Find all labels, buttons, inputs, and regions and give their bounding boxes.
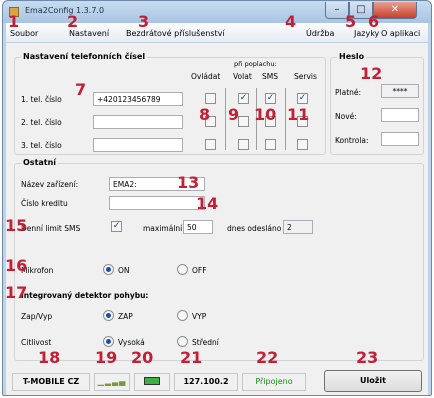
credit-panel: 127.100.2	[174, 373, 238, 391]
col-ovladat: Ovládat	[191, 72, 221, 81]
motion-on-label: ZAP	[118, 312, 133, 321]
callout-8: 8	[199, 105, 211, 124]
sensitivity-label: Citlivost	[21, 338, 52, 347]
phone3-service-checkbox[interactable]	[297, 139, 308, 150]
motion-switch-label: Zap/Vyp	[21, 312, 53, 321]
callout-10: 10	[254, 105, 277, 124]
callout-4: 4	[285, 12, 297, 31]
sms-max-input[interactable]: 50	[183, 220, 213, 234]
menu-udrzba[interactable]: Údržba	[306, 29, 334, 38]
battery-icon	[144, 376, 160, 385]
phone1-control-checkbox[interactable]	[205, 93, 216, 104]
status-bar: T-MOBILE CZ ▁▂▃▄ 127.100.2 Připojeno Ulo…	[6, 365, 428, 395]
phone3-call-checkbox[interactable]	[238, 139, 249, 150]
motion-on-radio[interactable]	[103, 310, 114, 321]
motion-detector-title: Integrovaný detektor pohybu:	[21, 291, 149, 300]
password-new-input[interactable]	[381, 108, 419, 122]
phone1-input[interactable]: +420123456789	[93, 92, 183, 106]
callout-9: 9	[228, 105, 240, 124]
callout-11: 11	[287, 105, 310, 124]
password-confirm-label: Kontrola:	[335, 136, 369, 145]
phone2-call-checkbox[interactable]	[238, 116, 249, 127]
sms-sent-today-field: 2	[283, 220, 313, 234]
callout-3: 3	[138, 12, 150, 31]
callout-22: 22	[256, 348, 279, 367]
phone1-call-checkbox[interactable]: ✓	[238, 93, 249, 104]
callout-15: 15	[5, 216, 28, 235]
col-sms: SMS	[262, 72, 278, 81]
sms-limit-label: Denní limit SMS	[21, 224, 81, 233]
callout-14: 14	[196, 194, 219, 213]
other-settings-title: Ostatní	[21, 158, 59, 167]
password-current-label: Platné:	[335, 88, 362, 97]
sms-limit-checkbox[interactable]: ✓	[111, 221, 122, 232]
connection-status: Připojeno	[242, 373, 306, 391]
callout-18: 18	[38, 348, 61, 367]
phone3-label: 3. tel. číslo	[21, 141, 62, 150]
signal-panel: ▁▂▃▄	[94, 373, 130, 391]
column-divider	[225, 88, 226, 150]
phone1-service-checkbox[interactable]: ✓	[297, 93, 308, 104]
microphone-on-radio[interactable]	[103, 264, 114, 275]
sensitivity-high-label: Vysoká	[118, 338, 145, 347]
sensitivity-high-radio[interactable]	[103, 336, 114, 347]
callout-23: 23	[356, 348, 379, 367]
save-button[interactable]: Uložit	[324, 370, 422, 392]
motion-off-radio[interactable]	[177, 310, 188, 321]
phone-numbers-title: Nastavení telefonních čísel	[21, 52, 148, 61]
sensitivity-mid-radio[interactable]	[177, 336, 188, 347]
phone1-label: 1. tel. číslo	[21, 95, 62, 104]
password-new-label: Nové:	[335, 112, 357, 121]
callout-7: 7	[75, 80, 87, 99]
menu-o-aplikaci[interactable]: O aplikaci	[381, 29, 420, 38]
close-button[interactable]: ✕	[373, 2, 417, 19]
battery-panel	[134, 373, 170, 391]
column-divider	[285, 88, 286, 150]
password-confirm-input[interactable]	[381, 132, 419, 146]
callout-19: 19	[95, 348, 118, 367]
phone3-sms-checkbox[interactable]	[265, 139, 276, 150]
phone2-label: 2. tel. číslo	[21, 118, 62, 127]
phone3-input[interactable]	[93, 138, 183, 152]
callout-16: 16	[5, 256, 28, 275]
microphone-off-radio[interactable]	[177, 264, 188, 275]
callout-6: 6	[368, 12, 380, 31]
phone3-control-checkbox[interactable]	[205, 139, 216, 150]
other-settings-group: Ostatní Název zařízení: EMA2: Číslo kred…	[14, 158, 424, 361]
phone2-input[interactable]	[93, 115, 183, 129]
operator-panel: T-MOBILE CZ	[12, 373, 90, 391]
window-title: Ema2Config 1.3.7.0	[25, 6, 105, 15]
callout-13: 13	[177, 173, 200, 192]
sms-max-label: maximální	[143, 224, 183, 233]
microphone-off-label: OFF	[192, 266, 207, 275]
device-name-label: Název zařízení:	[21, 180, 79, 189]
motion-off-label: VYP	[192, 312, 207, 321]
callout-1: 1	[8, 12, 20, 31]
callout-12: 12	[360, 64, 383, 83]
callout-5: 5	[345, 12, 357, 31]
signal-strength-icon: ▁▂▃▄	[97, 377, 127, 386]
password-current-field: ****	[381, 84, 419, 98]
phone1-sms-checkbox[interactable]: ✓	[265, 93, 276, 104]
credit-number-label: Číslo kreditu	[21, 199, 68, 208]
alarm-header: při poplachu:	[234, 60, 277, 68]
password-title: Heslo	[337, 52, 367, 61]
col-volat: Volat	[233, 72, 252, 81]
credit-number-input[interactable]	[109, 196, 205, 210]
callout-20: 20	[131, 348, 154, 367]
sms-sent-today-label: dnes odesláno	[227, 224, 282, 233]
sensitivity-mid-label: Střední	[192, 338, 219, 347]
callout-17: 17	[5, 283, 28, 302]
microphone-on-label: ON	[118, 266, 130, 275]
phone-numbers-group: Nastavení telefonních čísel při poplachu…	[14, 52, 326, 155]
col-servis: Servis	[294, 72, 317, 81]
callout-2: 2	[67, 12, 79, 31]
callout-21: 21	[180, 348, 203, 367]
